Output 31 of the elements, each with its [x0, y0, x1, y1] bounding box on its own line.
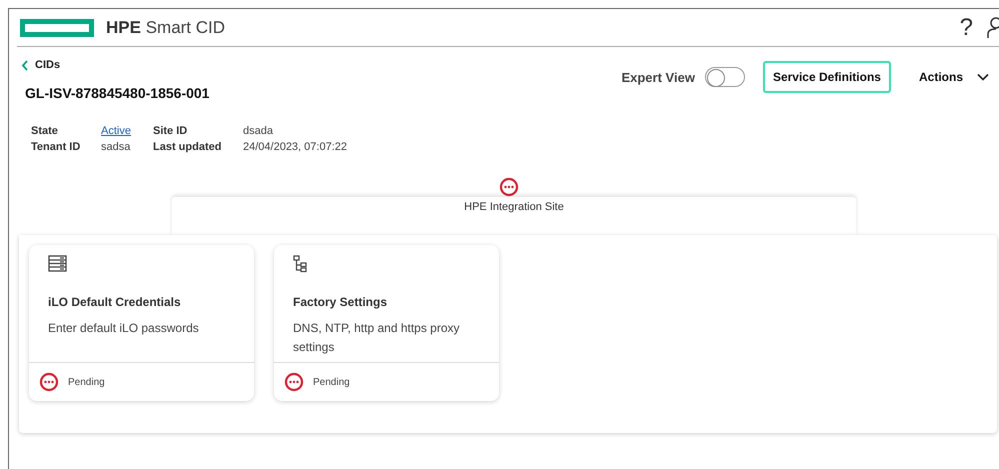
toggle-label: Expert View — [621, 70, 695, 84]
logo-icon[interactable] — [20, 18, 94, 36]
detail-label: Site ID — [153, 125, 188, 137]
hierarchy-icon — [293, 255, 307, 273]
status-text: Pending — [313, 376, 350, 388]
detail-label: Last updated — [153, 141, 222, 153]
state-link[interactable]: Active — [101, 125, 153, 137]
service-definitions-button[interactable]: Service Definitions — [762, 61, 891, 93]
actions-menu[interactable]: Actions — [908, 70, 999, 84]
card-title: iLO Default Credentials — [48, 295, 182, 309]
help-icon[interactable]: ? — [960, 14, 973, 42]
detail-label: State — [31, 125, 59, 137]
toggle-switch[interactable] — [704, 67, 745, 87]
status-text: Pending — [68, 376, 105, 388]
app-title: HPE Smart CID — [106, 18, 226, 38]
detail-value: sadsa — [101, 141, 132, 153]
detail-label: Tenant ID — [31, 141, 82, 153]
chevron-down-icon — [977, 73, 989, 81]
card-title: Factory Settings — [293, 295, 388, 309]
task-card[interactable]: iLO Default Credentials Enter default iLO passwords Pending — [29, 245, 254, 401]
server-icon — [48, 255, 67, 273]
back-link[interactable]: CIDs — [21, 59, 210, 71]
page-title: GL-ISV-878845480-1856-001 — [25, 85, 210, 101]
detail-value: 24/04/2023, 07:07:22 — [243, 141, 347, 153]
detail-value: dsada — [243, 125, 274, 137]
user-icon[interactable] — [987, 16, 999, 40]
card-description: DNS, NTP, http and https proxy settings — [293, 320, 461, 356]
card-description: Enter default iLO passwords — [48, 320, 200, 337]
chevron-left-icon — [21, 60, 29, 70]
site-tab[interactable]: HPE Integration Site — [172, 197, 856, 235]
task-card[interactable]: Factory Settings DNS, NTP, http and https proxy settings Pending — [274, 245, 499, 401]
